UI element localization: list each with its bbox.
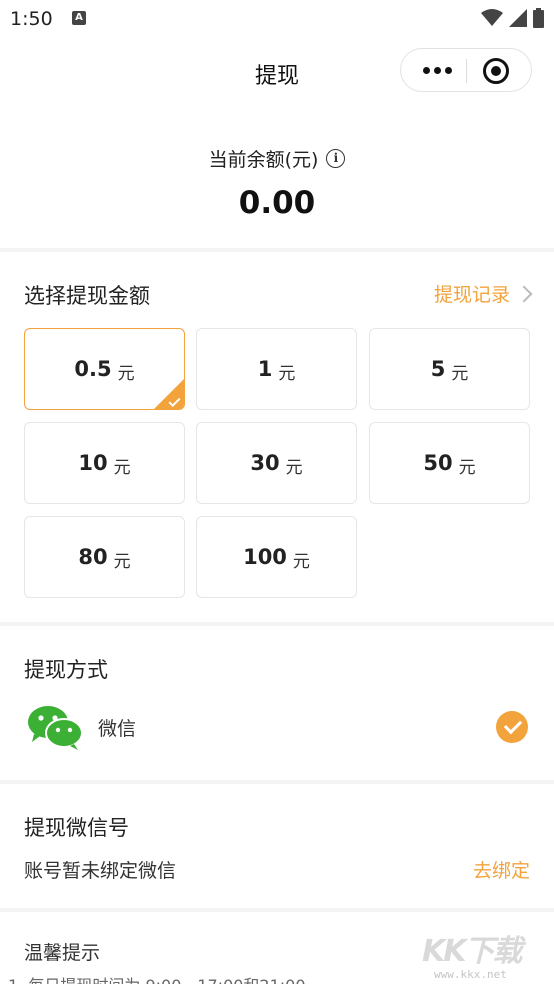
amount-value: 10 [78,451,108,475]
info-icon[interactable]: i [326,148,346,168]
divider [0,908,554,912]
check-circle-icon[interactable] [496,711,528,743]
selected-corner-badge [154,379,184,409]
amount-value: 100 [243,545,287,569]
amount-unit: 元 [285,457,303,478]
wechat-label: 微信 [98,718,137,740]
divider [0,248,554,252]
balance-value: 0.00 [238,185,316,221]
amount-unit: 元 [113,457,131,478]
chevron-right-icon [515,285,533,302]
watermark-brand: KK下载 [422,934,522,969]
signal-icon [509,9,527,27]
balance-panel: 当前余额(元) i 0.00 [0,140,554,248]
amount-section-title: 选择提现金额 [24,284,150,308]
amount-unit: 元 [117,363,135,384]
amount-value: 5 [430,357,446,381]
status-bar: 1:50 A [0,0,554,40]
amount-value: 0.5 [74,357,112,381]
amount-section-header: 选择提现金额 提现记录 [24,280,533,310]
balance-label: 当前余额(元) [208,148,319,171]
amount-unit: 元 [458,457,476,478]
amount-option[interactable]: 10 元 [24,422,185,504]
divider [0,780,554,784]
wechat-logo-icon [28,706,83,750]
battery-icon [533,8,544,28]
notification-icon: A [72,11,86,25]
amount-value: 80 [78,545,108,569]
watermark-url: www.kkx.net [434,968,507,981]
amount-unit: 元 [292,551,310,572]
amount-option[interactable]: 50 元 [369,422,530,504]
tips-line: 1. 每日提现时间为 9:00 - 17:00和21:00 [8,972,306,984]
withdraw-record-label: 提现记录 [433,284,510,306]
wechat-id-status: 账号暂未绑定微信 [24,860,177,882]
amount-option[interactable]: 80 元 [24,516,185,598]
status-icons [481,8,544,28]
amount-unit: 元 [113,551,131,572]
amount-option[interactable]: 100 元 [196,516,357,598]
method-section-title: 提现方式 [24,658,108,682]
amount-option[interactable]: 30 元 [196,422,357,504]
wifi-icon [481,9,503,26]
watermark-logo: KK下载 www.kkx.net [422,926,530,984]
amount-option[interactable]: 5 元 [369,328,530,410]
miniprogram-capsule [400,48,532,92]
capsule-divider [466,59,467,83]
withdraw-record-link[interactable]: 提现记录 [433,280,533,307]
close-miniprogram-icon[interactable] [483,58,509,84]
amount-unit: 元 [451,363,469,384]
amount-option[interactable]: 0.5 元 [24,328,185,410]
amount-value: 1 [257,357,273,381]
divider [0,622,554,626]
wechat-id-row: 账号暂未绑定微信 去绑定 [24,856,530,886]
wechat-id-section-title: 提现微信号 [24,816,129,840]
amount-value: 30 [250,451,280,475]
wechat-method-row[interactable]: 微信 [24,700,530,754]
more-menu-icon[interactable] [415,49,459,91]
tips-title: 温馨提示 [24,942,101,964]
amount-option[interactable]: 1 元 [196,328,357,410]
navigation-bar: 提现 [0,40,554,106]
bind-wechat-link[interactable]: 去绑定 [473,856,530,883]
amount-unit: 元 [278,363,296,384]
status-time: 1:50 [10,8,53,30]
amount-value: 50 [423,451,453,475]
